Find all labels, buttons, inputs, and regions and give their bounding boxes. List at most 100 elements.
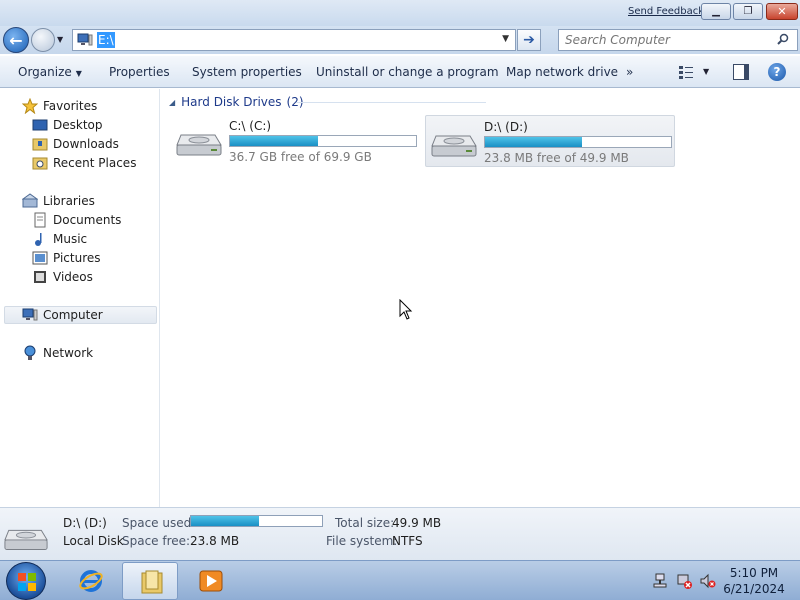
action-center-icon[interactable] xyxy=(676,573,692,589)
nav-favorites[interactable]: Favorites xyxy=(22,97,97,115)
volume-muted-icon[interactable] xyxy=(700,573,716,589)
nav-desktop[interactable]: Desktop xyxy=(32,116,103,134)
nav-network[interactable]: Network xyxy=(22,344,93,362)
hard-drive-icon xyxy=(431,135,477,157)
go-button[interactable]: ➔ xyxy=(517,29,541,51)
nav-label: Recent Places xyxy=(53,156,137,170)
nav-libraries[interactable]: Libraries xyxy=(22,192,95,210)
media-player-icon xyxy=(199,570,223,592)
nav-label: Music xyxy=(53,232,88,246)
address-path[interactable]: E:\ xyxy=(97,32,115,48)
system-properties-button[interactable]: System properties xyxy=(192,65,302,79)
more-commands-button[interactable]: » xyxy=(626,65,633,79)
help-icon[interactable]: ? xyxy=(768,63,786,81)
forward-button[interactable] xyxy=(31,28,55,52)
search-input[interactable] xyxy=(565,31,765,49)
content-pane: ◢ Hard Disk Drives (2) C:\ (C:) 36.7 GB … xyxy=(161,89,800,507)
taskbar-windows-explorer[interactable] xyxy=(122,562,178,600)
nav-label: Network xyxy=(43,346,94,360)
nav-label: Downloads xyxy=(53,137,119,151)
address-dropdown-icon[interactable]: ▼ xyxy=(502,34,509,44)
total-size-label: Total size: xyxy=(335,516,395,530)
maximize-button[interactable]: ❐ xyxy=(733,3,763,20)
drive-free-space: 36.7 GB free of 69.9 GB xyxy=(229,150,372,164)
address-row: ← ▼ E:\ ▼ ➔ xyxy=(0,26,800,54)
taskbar-internet-explorer[interactable] xyxy=(62,562,118,600)
network-icon xyxy=(24,345,36,360)
system-clock[interactable]: 5:10 PM 6/21/2024 xyxy=(722,565,786,597)
file-system-label: File system: xyxy=(326,534,398,548)
minimize-button[interactable]: ▁ xyxy=(701,3,731,20)
internet-explorer-icon xyxy=(79,570,103,592)
details-drive-name: D:\ (D:) xyxy=(63,516,107,530)
hard-drive-icon xyxy=(4,529,48,550)
space-used-label: Space used: xyxy=(122,516,196,530)
total-size-value: 49.9 MB xyxy=(392,516,442,530)
nav-label: Favorites xyxy=(43,99,98,113)
back-button[interactable]: ← xyxy=(3,27,29,53)
restore-icon: ❐ xyxy=(743,6,753,17)
mouse-cursor-icon xyxy=(399,299,413,320)
start-button[interactable] xyxy=(6,562,46,600)
nav-label: Pictures xyxy=(53,251,101,265)
libraries-icon xyxy=(22,193,38,208)
desktop-icon xyxy=(32,119,48,131)
go-arrow-icon: ➔ xyxy=(523,32,535,48)
nav-music[interactable]: Music xyxy=(32,230,87,248)
nav-downloads[interactable]: Downloads xyxy=(32,135,119,153)
folder-icon xyxy=(141,570,163,594)
close-icon: ✕ xyxy=(777,5,787,18)
search-icon[interactable] xyxy=(777,33,789,45)
clock-date: 6/21/2024 xyxy=(723,582,785,596)
space-free-label: Space free: xyxy=(122,534,191,548)
taskbar-media-player[interactable] xyxy=(182,562,238,600)
space-free-value: 23.8 MB xyxy=(190,534,240,548)
chevron-down-icon: ▼ xyxy=(75,69,82,78)
uninstall-program-button[interactable]: Uninstall or change a program xyxy=(316,65,499,79)
computer-icon xyxy=(22,308,38,321)
file-system-value: NTFS xyxy=(392,534,423,548)
navigation-pane: Favorites Desktop Downloads Recent Place… xyxy=(0,89,160,507)
drive-usage-bar xyxy=(229,135,417,147)
recent-pages-dropdown[interactable]: ▼ xyxy=(57,35,63,44)
back-arrow-icon: ← xyxy=(9,30,23,50)
search-box xyxy=(558,29,798,51)
organize-menu[interactable]: Organize ▼ xyxy=(18,65,82,79)
change-view-icon[interactable] xyxy=(678,65,694,79)
taskbar: 5:10 PM 6/21/2024 xyxy=(0,560,800,600)
nav-videos[interactable]: Videos xyxy=(32,268,93,286)
drive-tile-d[interactable]: D:\ (D:) 23.8 MB free of 49.9 MB xyxy=(425,115,675,167)
address-bar[interactable]: E:\ ▼ xyxy=(72,29,516,51)
nav-label: Computer xyxy=(43,308,103,322)
drive-usage-bar xyxy=(484,136,672,148)
computer-icon xyxy=(77,33,93,46)
hard-drive-icon xyxy=(176,134,222,156)
windows-logo-icon xyxy=(18,573,36,591)
music-icon xyxy=(35,233,42,246)
clock-time: 5:10 PM xyxy=(729,566,779,580)
drive-tile-c[interactable]: C:\ (C:) 36.7 GB free of 69.9 GB xyxy=(171,115,421,167)
title-bar: Send Feedback ▁ ❐ ✕ xyxy=(0,0,800,26)
network-tray-icon[interactable] xyxy=(652,573,668,589)
pictures-icon xyxy=(32,251,48,265)
group-header-hard-disk-drives[interactable]: ◢ Hard Disk Drives (2) xyxy=(169,95,304,109)
view-options-dropdown[interactable]: ▼ xyxy=(703,67,709,76)
collapse-triangle-icon: ◢ xyxy=(169,97,176,107)
nav-documents[interactable]: Documents xyxy=(32,211,121,229)
send-feedback-link[interactable]: Send Feedback xyxy=(628,6,704,17)
drive-name: D:\ (D:) xyxy=(484,120,528,134)
properties-button[interactable]: Properties xyxy=(109,65,170,79)
group-title: Hard Disk Drives xyxy=(181,95,282,109)
nav-pictures[interactable]: Pictures xyxy=(32,249,101,267)
documents-icon xyxy=(34,212,46,228)
drive-free-space: 23.8 MB free of 49.9 MB xyxy=(484,151,629,165)
map-network-drive-button[interactable]: Map network drive xyxy=(506,65,618,79)
close-button[interactable]: ✕ xyxy=(766,3,798,20)
details-pane: D:\ (D:) Local Disk Space used: Space fr… xyxy=(0,507,800,560)
preview-pane-icon[interactable] xyxy=(733,64,749,80)
nav-computer[interactable]: Computer xyxy=(4,306,157,324)
downloads-folder-icon xyxy=(32,138,48,151)
nav-label: Desktop xyxy=(53,118,103,132)
nav-recent-places[interactable]: Recent Places xyxy=(32,154,136,172)
group-divider xyxy=(296,102,486,103)
